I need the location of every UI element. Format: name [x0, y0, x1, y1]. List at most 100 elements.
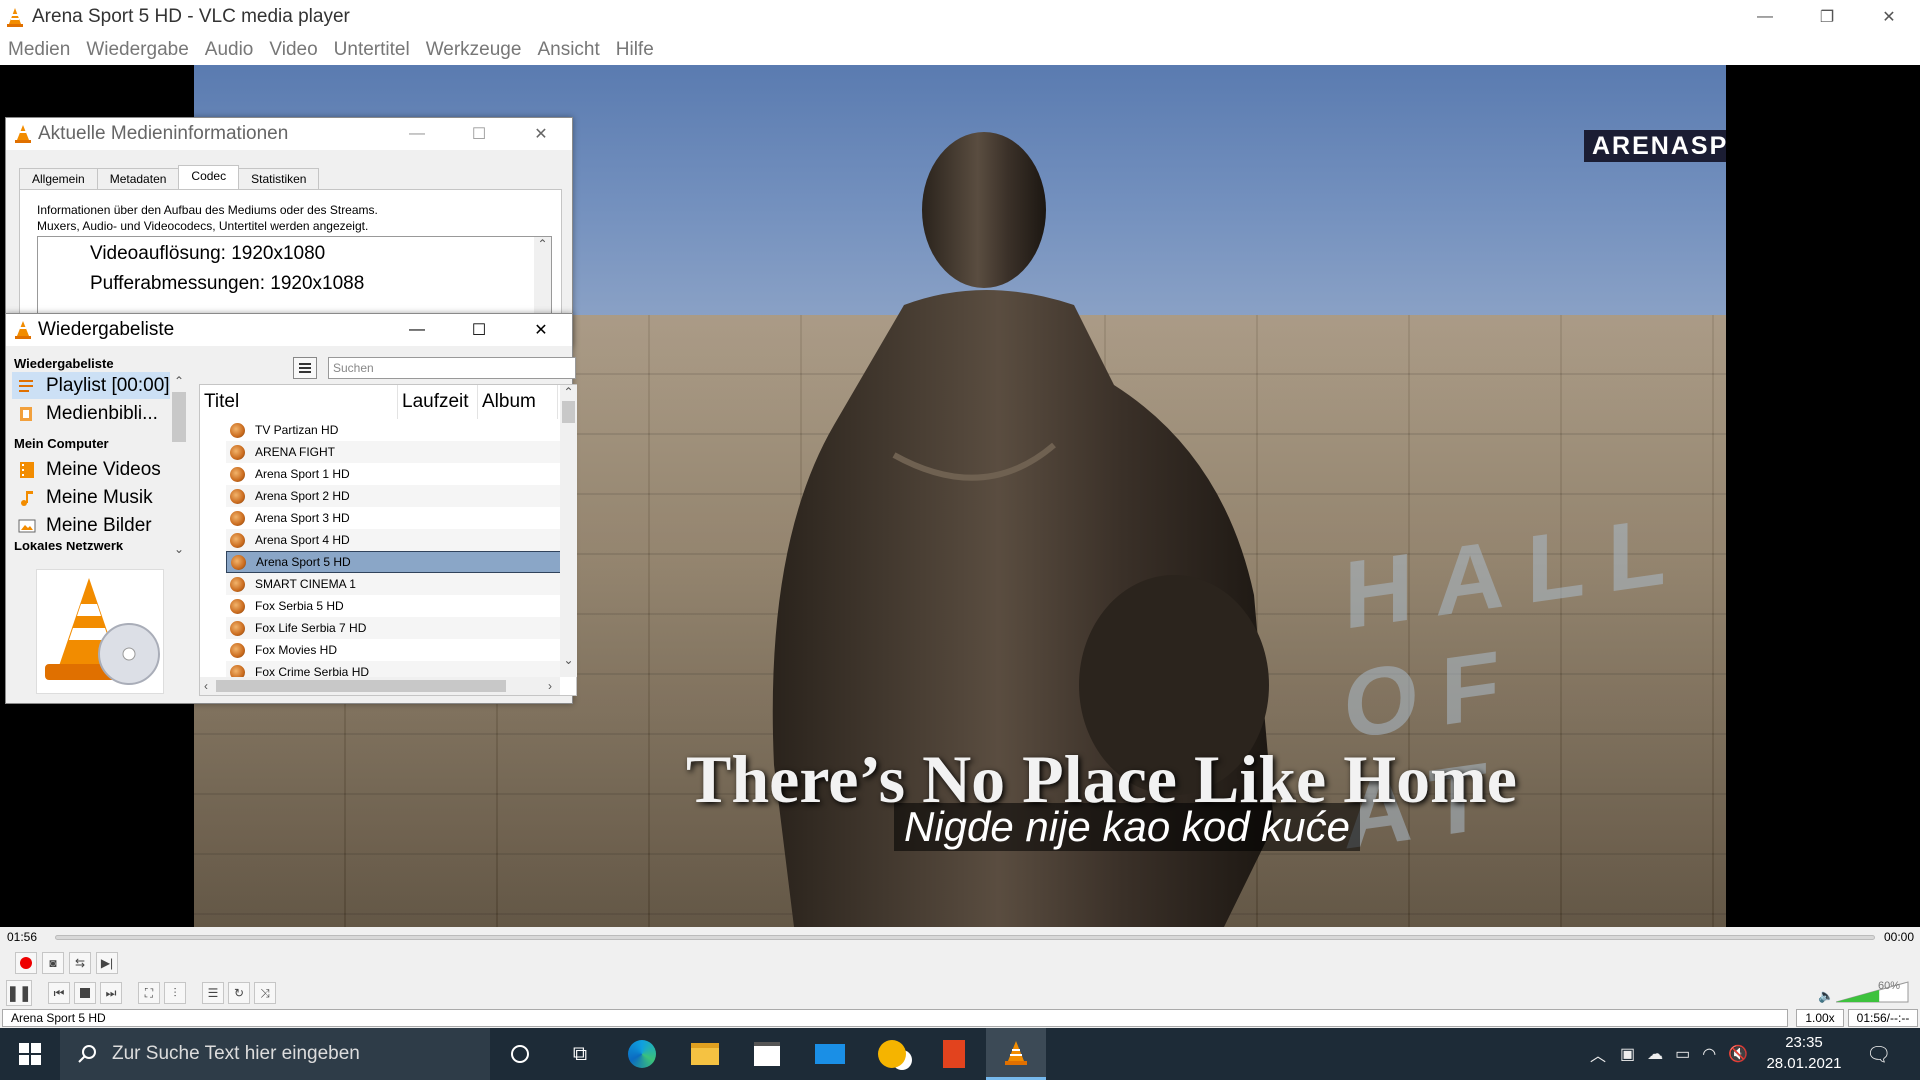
- taskbar-clock[interactable]: 23:35 28.01.2021: [1764, 1032, 1844, 1074]
- menu-hilfe[interactable]: Hilfe: [608, 39, 662, 61]
- battery-icon[interactable]: ▭: [1675, 1044, 1690, 1064]
- close-button[interactable]: ✕: [1858, 0, 1920, 33]
- playlist-row[interactable]: Arena Sport 2 HD: [226, 485, 560, 507]
- close-button[interactable]: ✕: [510, 118, 572, 150]
- mail-button[interactable]: [800, 1028, 860, 1080]
- speaker-muted-icon[interactable]: 🔇: [1728, 1044, 1748, 1064]
- weather-button[interactable]: [862, 1028, 922, 1080]
- menu-ansicht[interactable]: Ansicht: [529, 39, 607, 61]
- playlist-row[interactable]: Arena Sport 4 HD: [226, 529, 560, 551]
- next-icon: ⏭: [105, 985, 117, 1000]
- task-view-button[interactable]: ⧉: [550, 1028, 610, 1080]
- playlist-row[interactable]: SMART CINEMA 1: [226, 573, 560, 595]
- stream-globe-icon: [230, 466, 245, 482]
- shuffle-button[interactable]: ⤨: [254, 982, 276, 1004]
- tab-allgemein[interactable]: Allgemein: [19, 168, 98, 189]
- store-button[interactable]: [737, 1028, 797, 1080]
- menu-werkzeuge[interactable]: Werkzeuge: [418, 39, 530, 61]
- sidebar-item-my-music[interactable]: Meine Musik: [12, 484, 153, 511]
- sidebar-item-media-library[interactable]: Medienbibli...: [12, 400, 158, 427]
- sidebar-scrollbar[interactable]: ⌃ ⌄: [170, 372, 188, 556]
- pause-button[interactable]: ❚❚: [6, 980, 32, 1006]
- maximize-button[interactable]: ☐: [448, 118, 510, 150]
- playlist-row[interactable]: Fox Serbia 5 HD: [226, 595, 560, 617]
- taskbar-search[interactable]: Zur Suche Text hier eingeben: [60, 1028, 490, 1080]
- playlist-row[interactable]: Arena Sport 3 HD: [226, 507, 560, 529]
- snapshot-button[interactable]: ◙: [42, 952, 64, 974]
- playback-rate[interactable]: 1.00x: [1796, 1009, 1844, 1027]
- playlist-row[interactable]: TV Partizan HD: [226, 419, 560, 441]
- playlist-search-input[interactable]: Suchen: [328, 357, 576, 379]
- edge-button[interactable]: [612, 1028, 672, 1080]
- tab-codec[interactable]: Codec: [178, 165, 240, 189]
- speaker-icon: 🔈: [1818, 988, 1835, 1003]
- library-icon: [20, 406, 32, 421]
- extended-settings-button[interactable]: ⫶: [164, 982, 186, 1004]
- playlist-row-selected[interactable]: Arena Sport 5 HD: [226, 551, 560, 573]
- menu-untertitel[interactable]: Untertitel: [326, 39, 418, 61]
- office-button[interactable]: [924, 1028, 984, 1080]
- start-button[interactable]: [0, 1028, 60, 1080]
- sidebar-item-my-pictures[interactable]: Meine Bilder: [12, 512, 152, 539]
- loop-ab-button[interactable]: ⇆: [69, 952, 91, 974]
- playlist-row[interactable]: Fox Movies HD: [226, 639, 560, 661]
- sidebar-item-my-videos[interactable]: Meine Videos: [12, 456, 161, 483]
- channel-logo-text: ARENASPORT: [1592, 131, 1726, 160]
- minimize-button[interactable]: —: [1734, 0, 1796, 33]
- maximize-button[interactable]: ☐: [448, 314, 510, 346]
- loop-button[interactable]: ↻: [228, 982, 250, 1004]
- weather-icon: [878, 1040, 906, 1068]
- file-explorer-button[interactable]: [675, 1028, 735, 1080]
- stream-globe-icon: [231, 554, 246, 570]
- seek-slider[interactable]: [55, 935, 1875, 940]
- time-display[interactable]: 01:56/--:--: [1848, 1009, 1918, 1027]
- menu-video[interactable]: Video: [261, 39, 325, 61]
- playlist-icon: [19, 379, 33, 392]
- playlist-table: Titel Laufzeit Album TV Partizan HD AREN…: [199, 384, 577, 696]
- stream-globe-icon: [230, 664, 245, 677]
- playlist-hscrollbar[interactable]: ‹ ›: [200, 677, 560, 695]
- menu-medien[interactable]: Medien: [0, 39, 78, 61]
- notification-button[interactable]: 🗨: [1866, 1028, 1891, 1080]
- tab-metadaten[interactable]: Metadaten: [96, 168, 180, 189]
- stop-button[interactable]: [74, 982, 96, 1004]
- store-icon: [754, 1042, 780, 1066]
- column-header-title[interactable]: Titel: [200, 385, 398, 419]
- stream-globe-icon: [230, 510, 245, 526]
- previous-button[interactable]: ⏮: [48, 982, 70, 1004]
- sidebar-item-playlist[interactable]: Playlist [00:00]: [12, 372, 174, 399]
- column-header-duration[interactable]: Laufzeit: [398, 385, 478, 419]
- menu-bar: Medien Wiedergabe Audio Video Untertitel…: [0, 35, 662, 65]
- fullscreen-button[interactable]: ⛶: [138, 982, 160, 1004]
- minimize-button[interactable]: —: [386, 314, 448, 346]
- playlist-toggle-button[interactable]: ☰: [202, 982, 224, 1004]
- tab-statistiken[interactable]: Statistiken: [238, 168, 320, 189]
- volume-percent: 60%: [1878, 980, 1901, 992]
- onedrive-icon[interactable]: ☁: [1647, 1044, 1663, 1064]
- vlc-taskbar-button[interactable]: [986, 1028, 1046, 1080]
- close-button[interactable]: ✕: [510, 314, 572, 346]
- menu-wiedergabe[interactable]: Wiedergabe: [78, 39, 196, 61]
- playlist-vscrollbar[interactable]: ⌃ ⌄: [560, 385, 577, 677]
- next-button[interactable]: ⏭: [100, 982, 122, 1004]
- picture-icon: [18, 519, 36, 532]
- cortana-button[interactable]: [490, 1028, 550, 1080]
- playlist-row[interactable]: Arena Sport 1 HD: [226, 463, 560, 485]
- menu-audio[interactable]: Audio: [197, 39, 262, 61]
- playlist-row[interactable]: Fox Life Serbia 7 HD: [226, 617, 560, 639]
- playlist-view-button[interactable]: [293, 357, 317, 379]
- previous-icon: ⏮: [53, 985, 65, 1000]
- restore-button[interactable]: ❐: [1796, 0, 1858, 33]
- minimize-button[interactable]: —: [386, 118, 448, 150]
- stop-icon: [80, 988, 90, 998]
- playlist-row[interactable]: ARENA FIGHT: [226, 441, 560, 463]
- wifi-icon[interactable]: ◠: [1702, 1044, 1716, 1064]
- frame-step-button[interactable]: ▶|: [96, 952, 118, 974]
- record-button[interactable]: [15, 952, 37, 974]
- playlist-row[interactable]: Fox Crime Serbia HD: [226, 661, 560, 677]
- volume-control[interactable]: 🔈 60%: [1816, 978, 1920, 1006]
- chevron-up-icon[interactable]: ︿: [1590, 1042, 1606, 1066]
- meet-now-icon[interactable]: ▣: [1620, 1044, 1635, 1064]
- column-header-album[interactable]: Album: [478, 385, 558, 419]
- codec-line: Videoauflösung: 1920x1080: [90, 243, 326, 264]
